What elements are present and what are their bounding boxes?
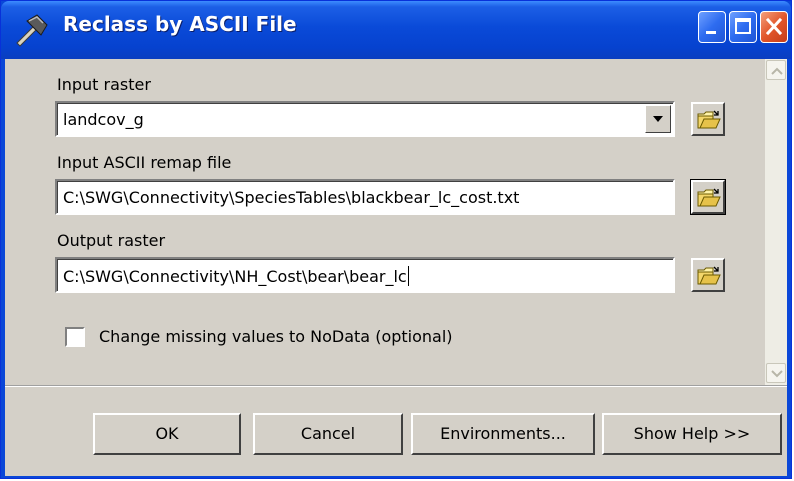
environments-button[interactable]: Environments... (411, 413, 595, 455)
dialog-window: Reclass by ASCII File Input raster landc… (0, 0, 792, 479)
dialog-client-area: Input raster landcov_g Input ASCII remap… (5, 59, 787, 476)
scroll-up-button[interactable] (766, 60, 786, 80)
chevron-down-icon (771, 370, 783, 378)
output-raster-value: C:\SWG\Connectivity\NH_Cost\bear\bear_lc (63, 267, 407, 286)
window-title: Reclass by ASCII File (63, 12, 297, 36)
show-help-button[interactable]: Show Help >> (602, 413, 782, 455)
scroll-down-button[interactable] (766, 363, 786, 383)
chevron-down-icon (653, 116, 663, 122)
missing-nodata-label: Change missing values to NoData (optiona… (99, 327, 453, 346)
remap-file-label: Input ASCII remap file (57, 153, 232, 172)
browse-remap-file-button[interactable] (690, 179, 726, 215)
output-raster-label: Output raster (57, 231, 166, 250)
minimize-icon (706, 31, 716, 34)
ok-button[interactable]: OK (93, 413, 241, 455)
remap-file-input[interactable]: C:\SWG\Connectivity\SpeciesTables\blackb… (55, 179, 675, 215)
browse-input-raster-button[interactable] (691, 102, 725, 136)
close-button[interactable] (760, 11, 788, 43)
browse-output-raster-button[interactable] (691, 258, 725, 292)
hammer-icon (16, 14, 48, 47)
open-folder-icon (697, 266, 721, 285)
missing-nodata-checkbox[interactable] (65, 327, 85, 347)
divider-highlight (5, 386, 787, 387)
output-raster-input[interactable]: C:\SWG\Connectivity\NH_Cost\bear\bear_lc (55, 257, 675, 293)
dropdown-arrow-button[interactable] (645, 105, 671, 133)
input-raster-dropdown[interactable]: landcov_g (55, 101, 675, 137)
input-raster-label: Input raster (57, 75, 151, 94)
minimize-button[interactable] (698, 11, 726, 43)
close-icon (765, 17, 783, 36)
open-folder-icon (697, 188, 721, 207)
chevron-up-icon (771, 67, 783, 75)
text-caret (407, 266, 409, 286)
input-raster-value: landcov_g (63, 110, 144, 129)
remap-file-value: C:\SWG\Connectivity\SpeciesTables\blackb… (63, 188, 520, 207)
vertical-scrollbar[interactable] (765, 59, 787, 385)
cancel-button[interactable]: Cancel (253, 413, 403, 455)
title-bar[interactable]: Reclass by ASCII File (1, 1, 791, 59)
maximize-icon (735, 18, 751, 34)
maximize-button[interactable] (729, 11, 757, 43)
open-folder-icon (697, 110, 721, 129)
